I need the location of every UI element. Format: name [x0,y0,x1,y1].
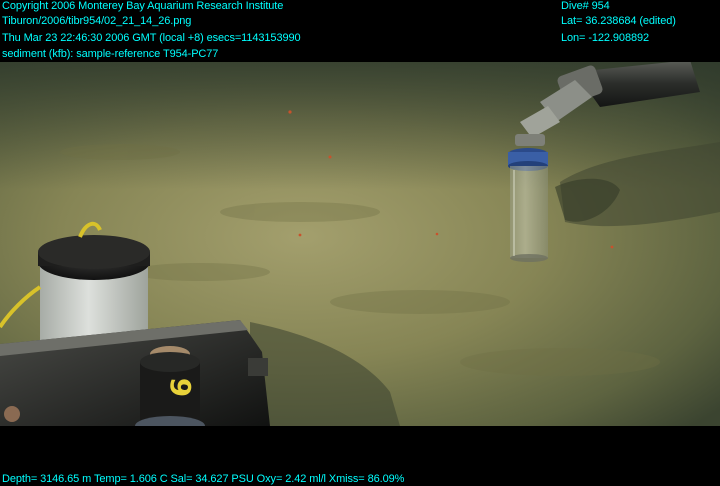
copyright-text: Copyright 2006 Monterey Bay Aquarium Res… [2,0,284,12]
seafloor-scene: 6 [0,62,720,426]
sensor-readout: Depth= 3146.65 m Temp= 1.606 C Sal= 34.6… [2,473,405,485]
sample-text: sediment (kfb): sample-reference T954-PC… [2,48,219,60]
push-core-tube [508,148,548,262]
longitude-text: Lon= -122.908892 [561,32,650,44]
timestamp-text: Thu Mar 23 22:46:30 2006 GMT (local +8) … [2,32,301,44]
video-frame: Copyright 2006 Monterey Bay Aquarium Res… [0,0,720,486]
latitude-text: Lat= 36.238684 (edited) [561,15,676,27]
seafloor-image: 6 [0,62,720,426]
dive-number-text: Dive# 954 [561,0,610,12]
file-path-text: Tiburon/2006/tibr954/02_21_14_26.png [2,15,192,27]
equipment-number: 6 [164,376,199,398]
